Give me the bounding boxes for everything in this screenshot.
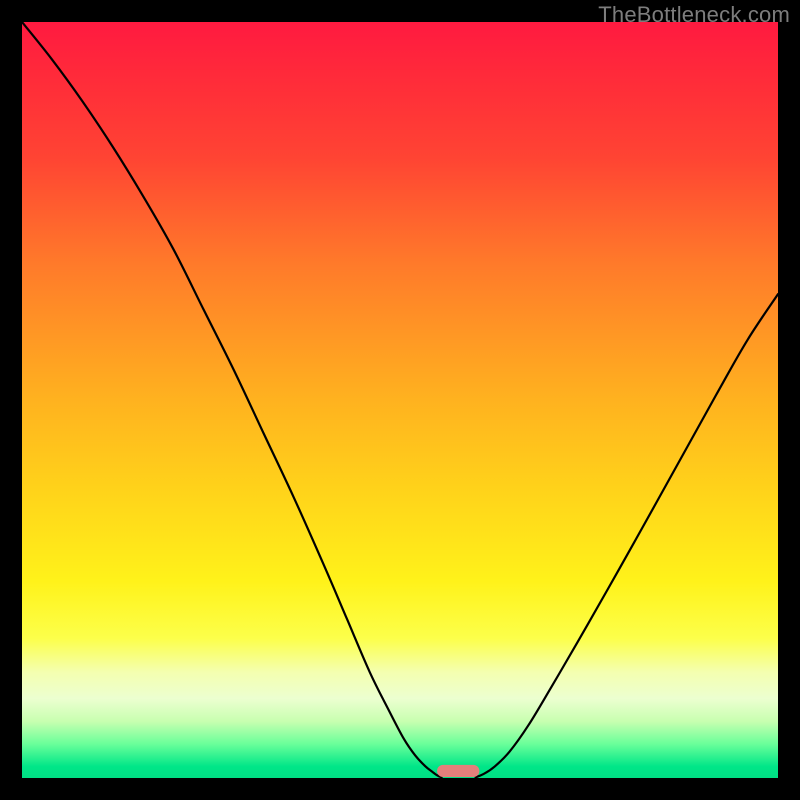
watermark-text: TheBottleneck.com <box>598 2 790 28</box>
chart-frame: TheBottleneck.com <box>0 0 800 800</box>
gradient-background <box>22 22 778 778</box>
chart-svg <box>22 22 778 778</box>
optimal-marker <box>437 765 479 777</box>
plot-area <box>22 22 778 778</box>
